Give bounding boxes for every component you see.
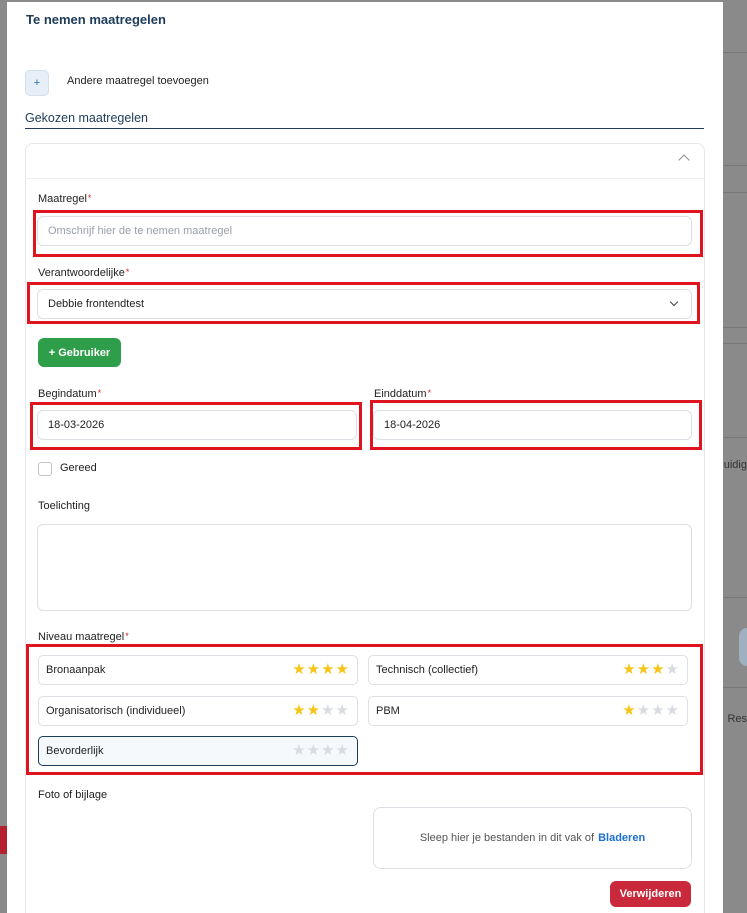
add-measure-label[interactable]: Andere maatregel toevoegen [67, 75, 209, 87]
background-text: uidig [723, 459, 747, 471]
background-divider [723, 192, 747, 193]
section-title: Gekozen maatregelen [25, 111, 148, 125]
card-header[interactable] [26, 144, 704, 179]
add-user-button[interactable]: + Gebruiker [38, 338, 121, 367]
gereed-label[interactable]: Gereed [60, 462, 97, 474]
maatregel-label: Maatregel* [38, 193, 92, 205]
add-measure-button[interactable]: + [25, 70, 49, 96]
toelichting-textarea[interactable] [37, 524, 692, 611]
highlight-box [26, 644, 703, 775]
section-divider [25, 128, 704, 129]
einddatum-label: Einddatum* [374, 388, 432, 400]
background-button [0, 826, 7, 854]
plus-icon: + [33, 77, 41, 89]
gereed-checkbox[interactable] [38, 462, 52, 476]
highlight-box [33, 210, 703, 257]
background-text: Res [727, 713, 747, 725]
delete-button[interactable]: Verwijderen [610, 881, 691, 907]
background-divider [723, 52, 747, 53]
background-divider [723, 343, 747, 344]
verantwoordelijke-label: Verantwoordelijke* [38, 267, 130, 279]
file-dropzone[interactable]: Sleep hier je bestanden in dit vak of Bl… [373, 807, 692, 869]
background-divider [723, 437, 747, 438]
toelichting-label: Toelichting [38, 500, 90, 512]
begindatum-label: Begindatum* [38, 388, 102, 400]
measures-modal: Te nemen maatregelen + Andere maatregel … [7, 2, 723, 913]
background-divider [723, 597, 747, 598]
background-divider [723, 687, 747, 688]
bijlage-label: Foto of bijlage [38, 789, 108, 801]
chevron-up-icon[interactable] [678, 154, 690, 166]
background-avatar [739, 628, 747, 666]
background-divider [723, 165, 747, 166]
dropzone-text: Sleep hier je bestanden in dit vak of [419, 832, 595, 844]
highlight-box [27, 282, 700, 324]
highlight-box [30, 402, 362, 450]
background-divider [723, 327, 747, 328]
highlight-box [370, 400, 702, 450]
modal-title: Te nemen maatregelen [26, 12, 166, 27]
browse-link[interactable]: Bladeren [598, 832, 645, 844]
niveau-label: Niveau maatregel* [38, 631, 129, 643]
